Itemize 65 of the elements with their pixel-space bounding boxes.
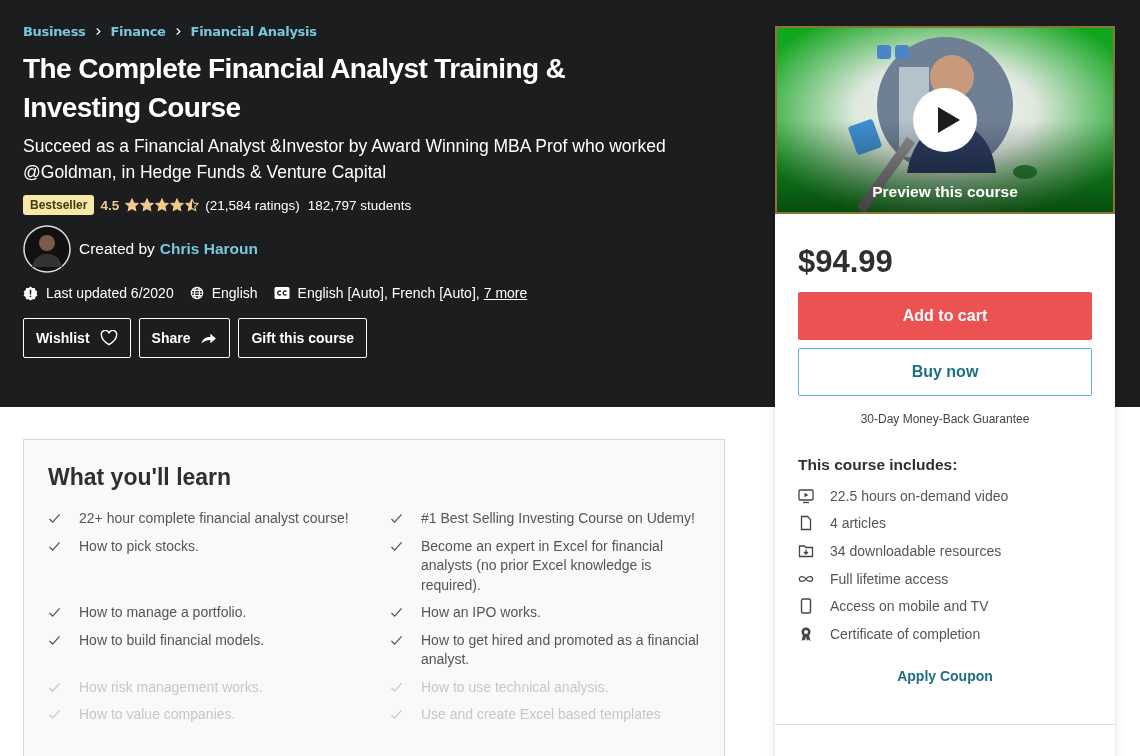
check-icon [390,709,403,720]
course-price: $94.99 [798,244,894,280]
apply-coupon-link[interactable]: Apply Coupon [897,667,993,684]
heart-icon [99,330,118,346]
includes-item: Certificate of completion [830,625,981,642]
learning-point: #1 Best Selling Investing Course on Udemy! [421,509,695,528]
section-heading: What you'll learn [48,464,233,491]
course-subtitle: Succeed as a Financial Analyst &Investor by Award Winning MBA Prof who worked @Goldman, in Hedge Funds & Venture Capital [23,135,667,184]
globe-icon [189,286,204,300]
learning-point: How to build financial models. [79,630,265,650]
ratings-count-link[interactable]: (21,584 ratings) [205,197,300,213]
check-icon [390,681,403,693]
students-count: 182,797 students [307,197,412,213]
play-button-icon[interactable] [913,88,977,152]
check-icon [48,513,61,524]
created-by-text: Created by [79,240,155,258]
phone-icon [798,598,814,615]
infinity-icon [798,573,814,584]
check-icon [48,634,61,646]
preview-video[interactable]: Preview this course [775,26,1115,214]
action-button[interactable]: Share [138,318,231,358]
check-icon [48,607,61,618]
monitor-play-icon [798,487,814,504]
check-icon [48,709,61,720]
includes-heading: This course includes: [798,456,959,474]
last-updated-text: Last updated 6/2020 [46,285,174,301]
rating-value: 4.5 [100,197,120,213]
action-button[interactable]: Wishlist [23,318,131,358]
language-text: English [211,285,258,301]
learning-point: How to manage a portfolio. [79,603,247,622]
check-icon [390,634,403,646]
add-to-cart-button[interactable]: Add to cart [798,292,1092,340]
learning-point: 22+ hour complete financial analyst course! [79,509,349,528]
instructor-link[interactable]: Chris Haroun [159,240,258,258]
includes-item: 34 downloadable resources [830,543,1002,559]
avatar-icon [23,225,71,273]
breadcrumb-link[interactable]: Business [23,24,86,39]
buy-now-button[interactable]: Buy now [798,348,1092,396]
preview-label: Preview this course [871,183,1019,201]
learning-point: Become an expert in Excel for financial analysts (no prior Excel knowledge is required). [421,536,664,595]
check-icon [390,540,403,552]
captions-text: English [Auto], French [Auto], [297,285,480,301]
learning-point: How an IPO works. [421,603,541,622]
alert-icon [23,285,38,301]
check-icon [390,513,403,524]
document-icon [798,515,814,532]
more-captions-link[interactable]: 7 more [483,285,528,301]
guarantee-text: 30-Day Money-Back Guarantee [859,412,1031,426]
check-icon [48,681,61,693]
learning-point: How to pick stocks. [79,536,199,556]
breadcrumb-link[interactable]: Financial Analysis [190,24,317,39]
check-icon [48,540,61,552]
includes-item: Access on mobile and TV [830,598,989,615]
includes-item: Full lifetime access [830,570,949,587]
share-arrow-icon [200,331,218,345]
breadcrumb-link[interactable]: Finance [110,24,166,39]
learning-point: How to get hired and promoted as a financial analyst. [421,630,700,669]
includes-item: 22.5 hours on-demand video [830,487,1009,504]
includes-item: 4 articles [830,515,887,532]
action-button[interactable]: Gift this course [238,318,368,358]
folder-download-icon [798,543,814,559]
captions-icon [273,286,290,300]
bestseller-badge: Bestseller [23,195,95,215]
course-title: The Complete Financial Analyst Training & Investing Course [23,52,567,125]
check-icon [390,607,403,618]
